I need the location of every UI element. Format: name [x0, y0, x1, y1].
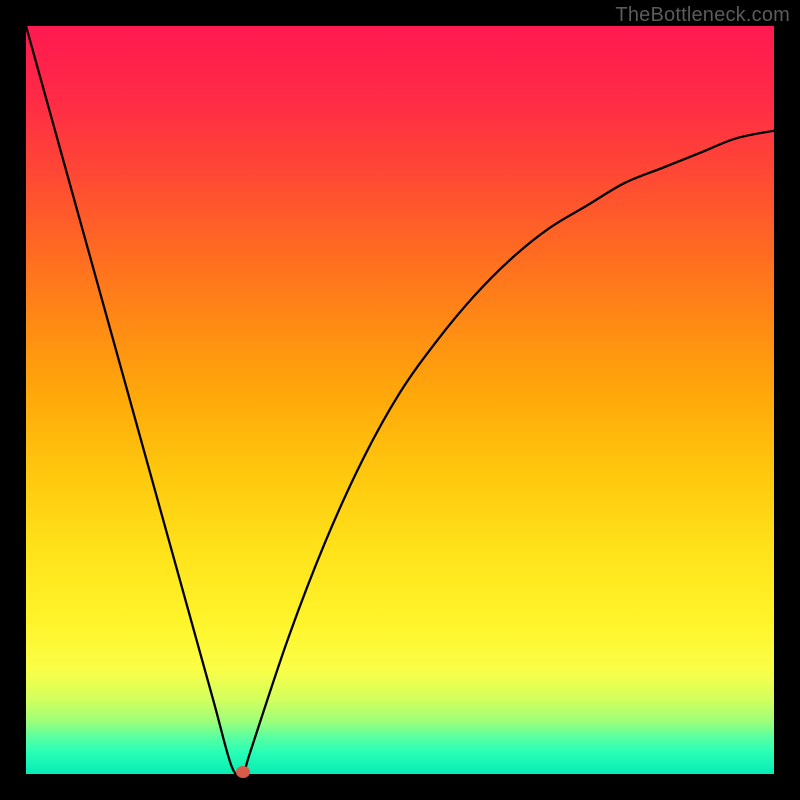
attribution-text: TheBottleneck.com	[615, 4, 790, 27]
optimum-marker	[236, 766, 250, 778]
chart-frame: TheBottleneck.com	[0, 0, 800, 800]
plot-area	[26, 26, 774, 774]
bottleneck-curve	[26, 26, 774, 774]
